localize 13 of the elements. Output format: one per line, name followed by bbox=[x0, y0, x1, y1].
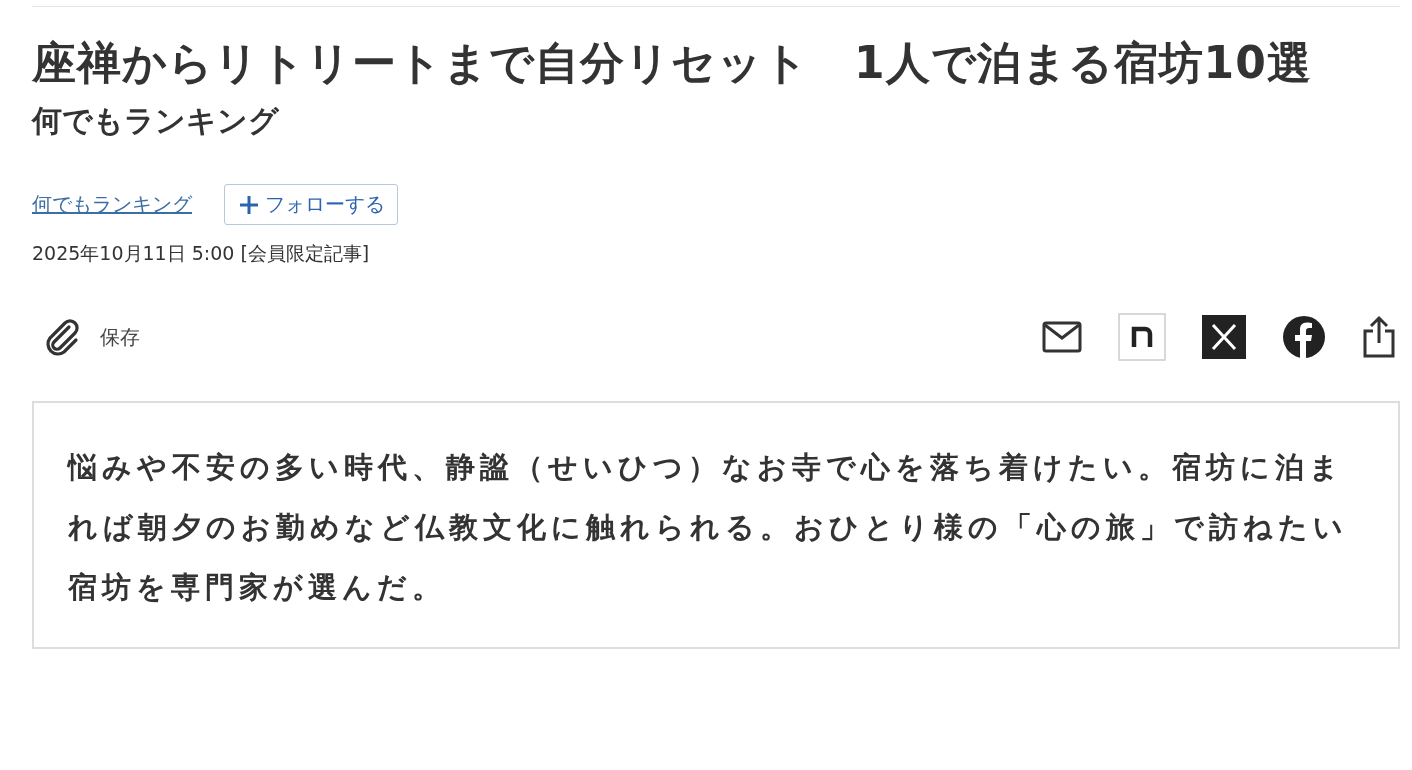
follow-button[interactable]: フォローする bbox=[224, 184, 398, 225]
mail-icon[interactable] bbox=[1042, 321, 1082, 353]
social-circle-icon[interactable] bbox=[1282, 315, 1326, 359]
article-title: 座禅からリトリートまで自分リセット 1人で泊まる宿坊10選 bbox=[32, 36, 1313, 90]
publish-date: 2025年10月11日 5:00 [会員限定記事] bbox=[32, 241, 371, 266]
save-label[interactable]: 保存 bbox=[100, 323, 140, 351]
series-link[interactable]: 何でもランキング bbox=[32, 191, 192, 218]
share-icon[interactable] bbox=[1362, 315, 1396, 359]
series-name: 何でもランキング bbox=[32, 102, 280, 140]
summary-text: 悩みや不安の多い時代、静謐（せいひつ）なお寺で心を落ち着けたい。宿坊に泊まれば朝夕のお勤めなど仏教文化に触れられる。おひとり様の「心の旅」で訪ねたい宿坊を専門家が選んだ。 bbox=[32, 401, 1400, 649]
plus-icon bbox=[239, 194, 259, 215]
arch-square-icon[interactable] bbox=[1118, 313, 1166, 361]
cross-square-icon[interactable] bbox=[1202, 315, 1246, 359]
